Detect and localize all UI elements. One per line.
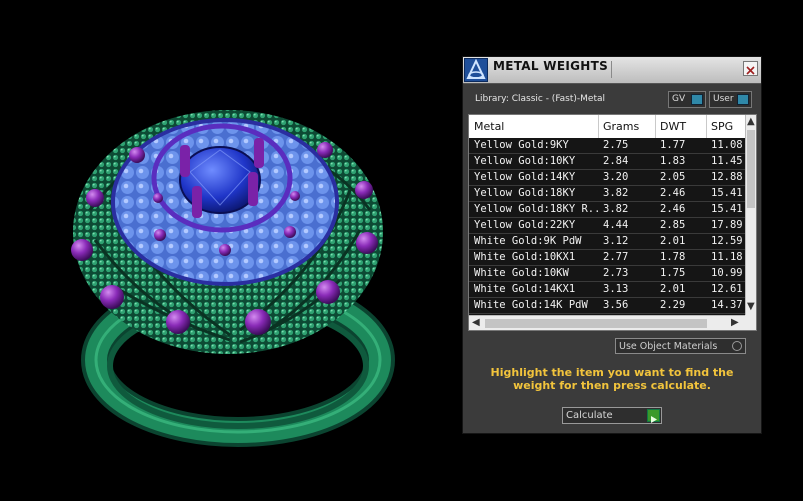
cell-metal: White Gold:10KX1: [474, 251, 576, 263]
cell-spg: 12.59: [711, 235, 743, 247]
cell-spg: 11.18: [711, 251, 743, 263]
table-row[interactable]: White Gold:10KX1 2.77 1.78 11.18: [469, 250, 745, 266]
cell-metal: Yellow Gold:9KY: [474, 139, 569, 151]
cell-grams: 2.75: [603, 139, 629, 151]
cell-grams: 3.20: [603, 171, 629, 183]
cell-dwt: 2.46: [660, 187, 686, 199]
metal-weights-panel: METAL WEIGHTS Library: Classic - (Fast)-…: [462, 56, 762, 434]
cell-spg: 15.41: [711, 187, 743, 199]
3d-viewport[interactable]: [0, 0, 460, 497]
cell-spg: 12.88: [711, 171, 743, 183]
chevron-left-icon[interactable]: ◀: [472, 318, 480, 328]
table-row[interactable]: Yellow Gold:18KY R... 3.82 2.46 15.41: [469, 202, 745, 218]
cell-grams: 3.12: [603, 235, 629, 247]
title-drag-grip[interactable]: [611, 61, 738, 78]
cell-dwt: 1.78: [660, 251, 686, 263]
user-toggle[interactable]: User: [709, 91, 752, 108]
library-label: Library: Classic - (Fast)-Metal: [475, 94, 606, 104]
cell-grams: 2.84: [603, 155, 629, 167]
user-toggle-label: User: [713, 94, 734, 104]
cell-dwt: 2.46: [660, 203, 686, 215]
table-row[interactable]: Yellow Gold:22KY 4.44 2.85 17.89: [469, 218, 745, 234]
column-header-dwt[interactable]: DWT: [660, 120, 686, 133]
panel-titlebar[interactable]: METAL WEIGHTS: [463, 57, 761, 84]
cell-spg: 10.99: [711, 267, 743, 279]
cell-metal: White Gold:9K PdW: [474, 235, 582, 247]
table-body: Yellow Gold:9KY 2.75 1.77 11.08 Yellow Gold:…: [469, 138, 745, 315]
cell-spg: 11.45: [711, 155, 743, 167]
cell-dwt: 2.29: [660, 299, 686, 311]
app-logo-icon: [464, 58, 488, 82]
table-row[interactable]: Yellow Gold:14KY 3.20 2.05 12.88: [469, 170, 745, 186]
cell-spg: 12.61: [711, 283, 743, 295]
cell-spg: 11.08: [711, 139, 743, 151]
cell-metal: Yellow Gold:10KY: [474, 155, 576, 167]
instruction-text: Highlight the item you want to find the …: [490, 366, 734, 392]
user-toggle-indicator: [737, 94, 749, 105]
gv-toggle-indicator: [691, 94, 703, 105]
cell-metal: Yellow Gold:22KY: [474, 219, 576, 231]
cell-dwt: 1.83: [660, 155, 686, 167]
cell-dwt: 1.77: [660, 139, 686, 151]
cell-dwt: 2.01: [660, 283, 686, 295]
use-object-materials-label: Use Object Materials: [619, 341, 718, 352]
calculate-label: Calculate: [566, 410, 613, 421]
use-object-materials-button[interactable]: Use Object Materials: [615, 338, 746, 354]
column-header-metal[interactable]: Metal: [474, 120, 504, 133]
chevron-right-icon[interactable]: ▶: [731, 318, 739, 328]
metal-table[interactable]: Metal Grams DWT SPG Yellow Gold:9KY 2.75 1…: [468, 114, 757, 331]
radio-icon: [732, 341, 742, 351]
cell-grams: 3.13: [603, 283, 629, 295]
table-row[interactable]: White Gold:14K PdW 3.56 2.29 14.37: [469, 298, 745, 314]
table-row[interactable]: White Gold:9K PdW 3.12 2.01 12.59: [469, 234, 745, 250]
cell-metal: Yellow Gold:18KY R...: [474, 203, 598, 215]
horizontal-scroll-thumb[interactable]: [485, 319, 707, 328]
gv-toggle-label: GV: [672, 94, 686, 104]
close-button[interactable]: [743, 61, 758, 76]
cell-grams: 2.77: [603, 251, 629, 263]
horizontal-scrollbar[interactable]: ◀ ▶: [469, 315, 745, 330]
table-header: Metal Grams DWT SPG: [469, 115, 745, 138]
cell-grams: 2.73: [603, 267, 629, 279]
cell-metal: Yellow Gold:18KY: [474, 187, 576, 199]
table-row[interactable]: White Gold:14KX1 3.13 2.01 12.61: [469, 282, 745, 298]
cell-spg: 14.37: [711, 299, 743, 311]
ring-render: [71, 110, 395, 447]
cell-grams: 4.44: [603, 219, 629, 231]
cell-dwt: 2.01: [660, 235, 686, 247]
scroll-corner: [745, 315, 756, 330]
cell-spg: 17.89: [711, 219, 743, 231]
cell-metal: White Gold:10KW: [474, 267, 569, 279]
cell-metal: Yellow Gold:14KY: [474, 171, 576, 183]
chevron-down-icon[interactable]: ▼: [747, 302, 755, 312]
cell-metal: White Gold:14K PdW: [474, 299, 588, 311]
gv-toggle[interactable]: GV: [668, 91, 706, 108]
table-row[interactable]: White Gold:10KW 2.73 1.75 10.99: [469, 266, 745, 282]
column-header-grams[interactable]: Grams: [603, 120, 639, 133]
panel-title: METAL WEIGHTS: [493, 59, 609, 73]
cell-spg: 15.41: [711, 203, 743, 215]
cell-metal: White Gold:14KX1: [474, 283, 576, 295]
cell-grams: 3.82: [603, 203, 629, 215]
close-icon: [746, 66, 755, 75]
play-arrow-icon: [647, 409, 660, 423]
vertical-scrollbar[interactable]: ▲ ▼: [745, 115, 756, 315]
table-row[interactable]: Yellow Gold:10KY 2.84 1.83 11.45: [469, 154, 745, 170]
chevron-up-icon[interactable]: ▲: [747, 117, 755, 127]
table-row[interactable]: Yellow Gold:18KY 3.82 2.46 15.41: [469, 186, 745, 202]
cell-dwt: 2.85: [660, 219, 686, 231]
vertical-scroll-thumb[interactable]: [747, 130, 755, 208]
column-header-spg[interactable]: SPG: [711, 120, 733, 133]
calculate-button[interactable]: Calculate: [562, 407, 662, 424]
table-row[interactable]: Yellow Gold:9KY 2.75 1.77 11.08: [469, 138, 745, 154]
cell-grams: 3.82: [603, 187, 629, 199]
cell-dwt: 1.75: [660, 267, 686, 279]
cell-dwt: 2.05: [660, 171, 686, 183]
cell-grams: 3.56: [603, 299, 629, 311]
